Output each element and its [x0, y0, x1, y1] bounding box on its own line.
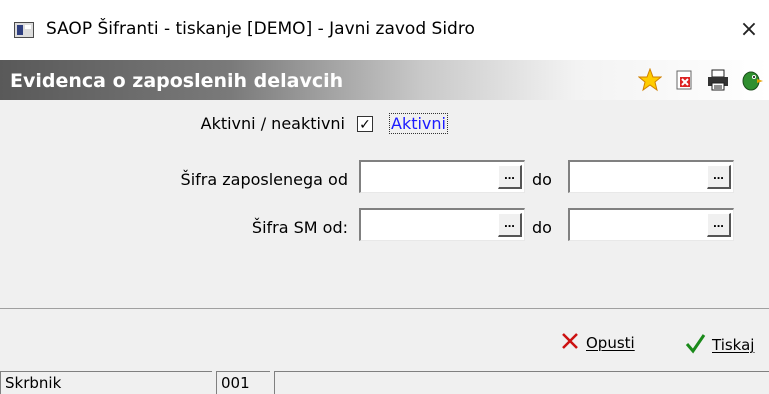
cancel-button-label: Opusti — [586, 334, 635, 352]
title-bar: SAOP Šifranti - tiskanje [DEMO] - Javni … — [0, 0, 769, 58]
sm-code-from-input[interactable] — [361, 210, 494, 240]
employee-code-to-input[interactable] — [570, 162, 703, 192]
parrot-icon[interactable] — [735, 66, 769, 94]
sm-code-to-lookup-button[interactable]: ... — [707, 213, 731, 237]
checkmark-icon — [684, 332, 706, 358]
header-toolbar — [633, 66, 769, 94]
form-header: Evidenca o zaposlenih delavcih — [0, 60, 769, 100]
employee-code-from-field[interactable]: ... — [359, 160, 525, 193]
sm-code-to-label: do — [532, 218, 552, 237]
window-title: SAOP Šifranti - tiskanje [DEMO] - Javni … — [46, 19, 475, 39]
active-label: Aktivni / neaktivni — [200, 114, 345, 133]
form-title: Evidenca o zaposlenih delavcih — [10, 70, 344, 92]
active-checkbox-label[interactable]: Aktivni — [389, 113, 448, 134]
employee-code-to-label: do — [532, 170, 552, 189]
status-bar: Skrbnik 001 — [0, 369, 769, 394]
delete-icon[interactable] — [667, 66, 701, 94]
button-area: Opusti Tiskaj — [0, 309, 769, 369]
sm-code-to-field[interactable]: ... — [568, 208, 734, 241]
employee-code-label: Šifra zaposlenega od — [180, 170, 348, 189]
status-extra — [274, 371, 769, 394]
print-button[interactable]: Tiskaj — [684, 329, 754, 361]
sm-code-from-lookup-button[interactable]: ... — [498, 213, 522, 237]
cancel-x-icon — [560, 331, 580, 355]
star-icon[interactable] — [633, 66, 667, 94]
form-content: Aktivni / neaktivni ✓ Aktivni Šifra zapo… — [0, 100, 769, 308]
status-code: 001 — [216, 371, 270, 394]
sm-code-label: Šifra SM od: — [251, 218, 348, 237]
print-button-label: Tiskaj — [712, 336, 755, 354]
employee-code-from-lookup-button[interactable]: ... — [498, 165, 522, 189]
employee-code-to-field[interactable]: ... — [568, 160, 734, 193]
sm-code-to-input[interactable] — [570, 210, 703, 240]
active-checkbox[interactable]: ✓ — [357, 116, 373, 132]
app-window-icon — [14, 22, 34, 38]
employee-code-from-input[interactable] — [361, 162, 494, 192]
status-user: Skrbnik — [0, 371, 212, 394]
printer-icon[interactable] — [701, 66, 735, 94]
sm-code-from-field[interactable]: ... — [359, 208, 525, 241]
employee-code-to-lookup-button[interactable]: ... — [707, 165, 731, 189]
cancel-button[interactable]: Opusti — [560, 327, 635, 359]
close-button[interactable]: × — [729, 12, 769, 48]
